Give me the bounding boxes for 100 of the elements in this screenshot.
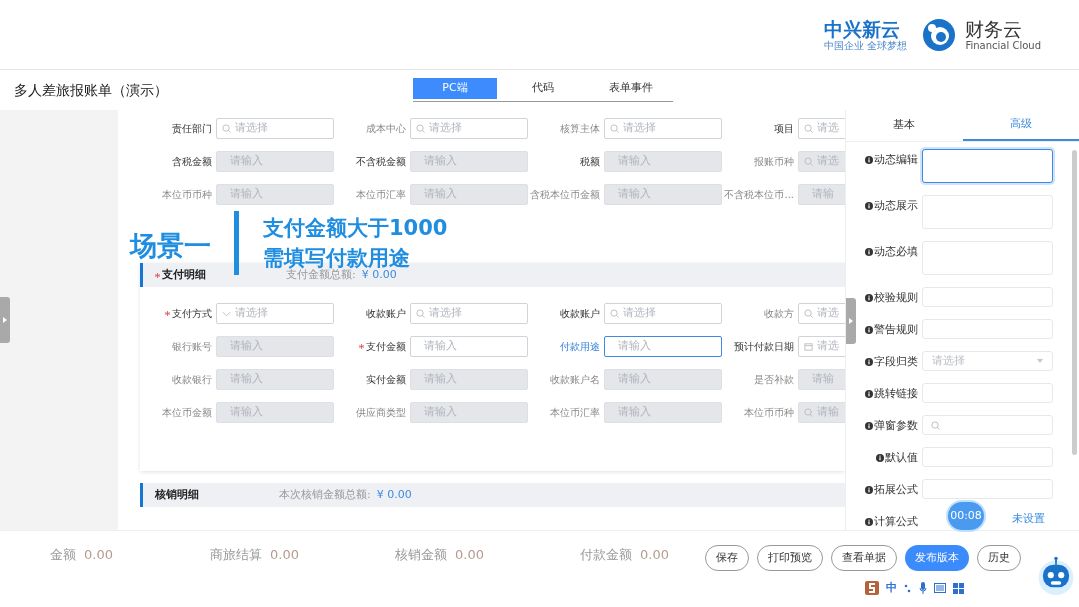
required-icon (359, 344, 364, 349)
callout-text: 支付金额大于1000 (263, 215, 448, 242)
info-icon (865, 294, 873, 303)
field-label: 核算主体 (560, 122, 600, 136)
info-icon (865, 422, 873, 431)
caret-down-icon (1037, 359, 1043, 363)
chevron-down-icon (222, 310, 231, 317)
callout-bar (234, 211, 239, 275)
property-label: 动态必填 (874, 244, 918, 260)
search-icon (610, 309, 619, 318)
section-title: 核销明细 (155, 486, 200, 503)
field-label: 付款用途 (560, 340, 600, 354)
callout-text: 需填写付款用途 (263, 245, 411, 270)
field-label: 收款方 (764, 307, 794, 321)
textarea-field[interactable] (922, 149, 1053, 183)
total-value: 0.00 (270, 546, 299, 564)
microphone-icon[interactable] (919, 582, 927, 594)
keyboard-icon[interactable] (934, 583, 946, 593)
calendar-icon (804, 342, 813, 351)
property-label: 默认值 (885, 450, 918, 466)
input-field[interactable]: 请选择 (604, 118, 722, 139)
ime-logo-icon (865, 581, 879, 595)
select-field[interactable]: 请选择 (922, 351, 1053, 371)
input-field[interactable] (922, 447, 1053, 467)
caret-right-icon (849, 318, 853, 324)
field-label: 供应商类型 (356, 406, 406, 420)
property-label: 字段归类 (874, 354, 918, 370)
input-field[interactable]: 请选择 (410, 118, 528, 139)
punctuation-icon[interactable] (904, 583, 912, 593)
field-label: 本位币汇率 (356, 188, 406, 202)
field-label: 含税金额 (172, 155, 212, 169)
search-icon (804, 124, 813, 133)
property-label: 校验规则 (874, 290, 918, 306)
formula-link[interactable]: 未设置 (1012, 511, 1045, 528)
ime-mode[interactable]: 中 (886, 579, 897, 597)
brand-slogan: 中国企业 全球梦想 (824, 39, 908, 52)
view-tab[interactable]: PC端 (413, 78, 497, 99)
total-label: 金额 (50, 546, 76, 564)
robot-assistant-icon[interactable] (1036, 556, 1076, 596)
search-icon (931, 420, 940, 430)
field-label: 本位币币种 (744, 406, 794, 420)
grid-icon[interactable] (953, 582, 964, 594)
property-label: 跳转链接 (874, 386, 918, 402)
property-label: 弹窗参数 (874, 418, 918, 434)
property-label: 动态展示 (874, 198, 918, 214)
field-label: 银行账号 (172, 340, 212, 354)
footer-button[interactable]: 查看单据 (831, 545, 897, 571)
info-icon (865, 518, 873, 527)
input-field[interactable]: 请选择 (410, 303, 528, 324)
footer-button[interactable]: 保存 (705, 545, 749, 571)
input-field[interactable] (922, 479, 1053, 499)
field-label: 收款账户名 (550, 373, 600, 387)
info-icon (865, 202, 873, 211)
scrollbar[interactable] (1072, 150, 1077, 455)
info-icon (865, 248, 873, 257)
input-field[interactable] (922, 383, 1053, 403)
info-icon (876, 454, 884, 463)
field-label: 含税本位币金额 (530, 188, 600, 202)
field-label: 收款账户 (560, 307, 600, 321)
input-field[interactable]: 请选 (798, 303, 845, 324)
footer-button[interactable]: 打印预览 (757, 545, 823, 571)
page-title: 多人差旅报账单（演示） (14, 80, 169, 100)
input-field[interactable] (922, 319, 1053, 339)
required-icon (165, 311, 170, 316)
footer-button[interactable]: 历史 (977, 545, 1021, 571)
field-label: 支付方式 (172, 307, 212, 321)
info-icon (865, 486, 873, 495)
input-field[interactable]: 请选择 (216, 303, 334, 324)
field-label: 实付金额 (366, 373, 406, 387)
footer-button[interactable]: 发布版本 (905, 545, 969, 571)
search-icon (416, 309, 425, 318)
summary-value: ¥ 0.00 (376, 486, 412, 503)
total-value: 0.00 (84, 546, 113, 564)
property-label: 动态编辑 (874, 152, 918, 168)
collapse-handle[interactable] (846, 298, 856, 344)
expand-handle[interactable] (0, 297, 10, 343)
input-field[interactable]: 请选 (798, 118, 845, 139)
total-value: 0.00 (640, 546, 669, 564)
search-icon (804, 408, 813, 417)
input-field[interactable]: 请输入 (604, 336, 722, 357)
field-label: 预计付款日期 (734, 340, 794, 354)
input-field[interactable]: 请输入 (410, 336, 528, 357)
search-field[interactable] (922, 415, 1053, 435)
total-label: 核销金额 (395, 546, 447, 564)
caret-right-icon (3, 317, 7, 323)
scene-title: 场景一 (130, 228, 212, 263)
field-label: 不含税本位币... (724, 188, 794, 202)
input-field[interactable] (922, 287, 1053, 307)
search-icon (416, 124, 425, 133)
product-subtitle: Financial Cloud (965, 39, 1041, 52)
search-icon (610, 124, 619, 133)
input-field[interactable]: 请选择 (216, 118, 334, 139)
info-icon (865, 326, 873, 335)
panel-tab[interactable]: 基本 (846, 110, 963, 141)
input-field[interactable]: 请选 (798, 336, 845, 357)
property-label: 拓展公式 (874, 482, 918, 498)
brand-name: 中兴新云 (824, 17, 901, 40)
panel-tab[interactable]: 高级 (962, 110, 1079, 141)
field-label: 成本中心 (366, 122, 406, 136)
input-field[interactable]: 请选择 (604, 303, 722, 324)
